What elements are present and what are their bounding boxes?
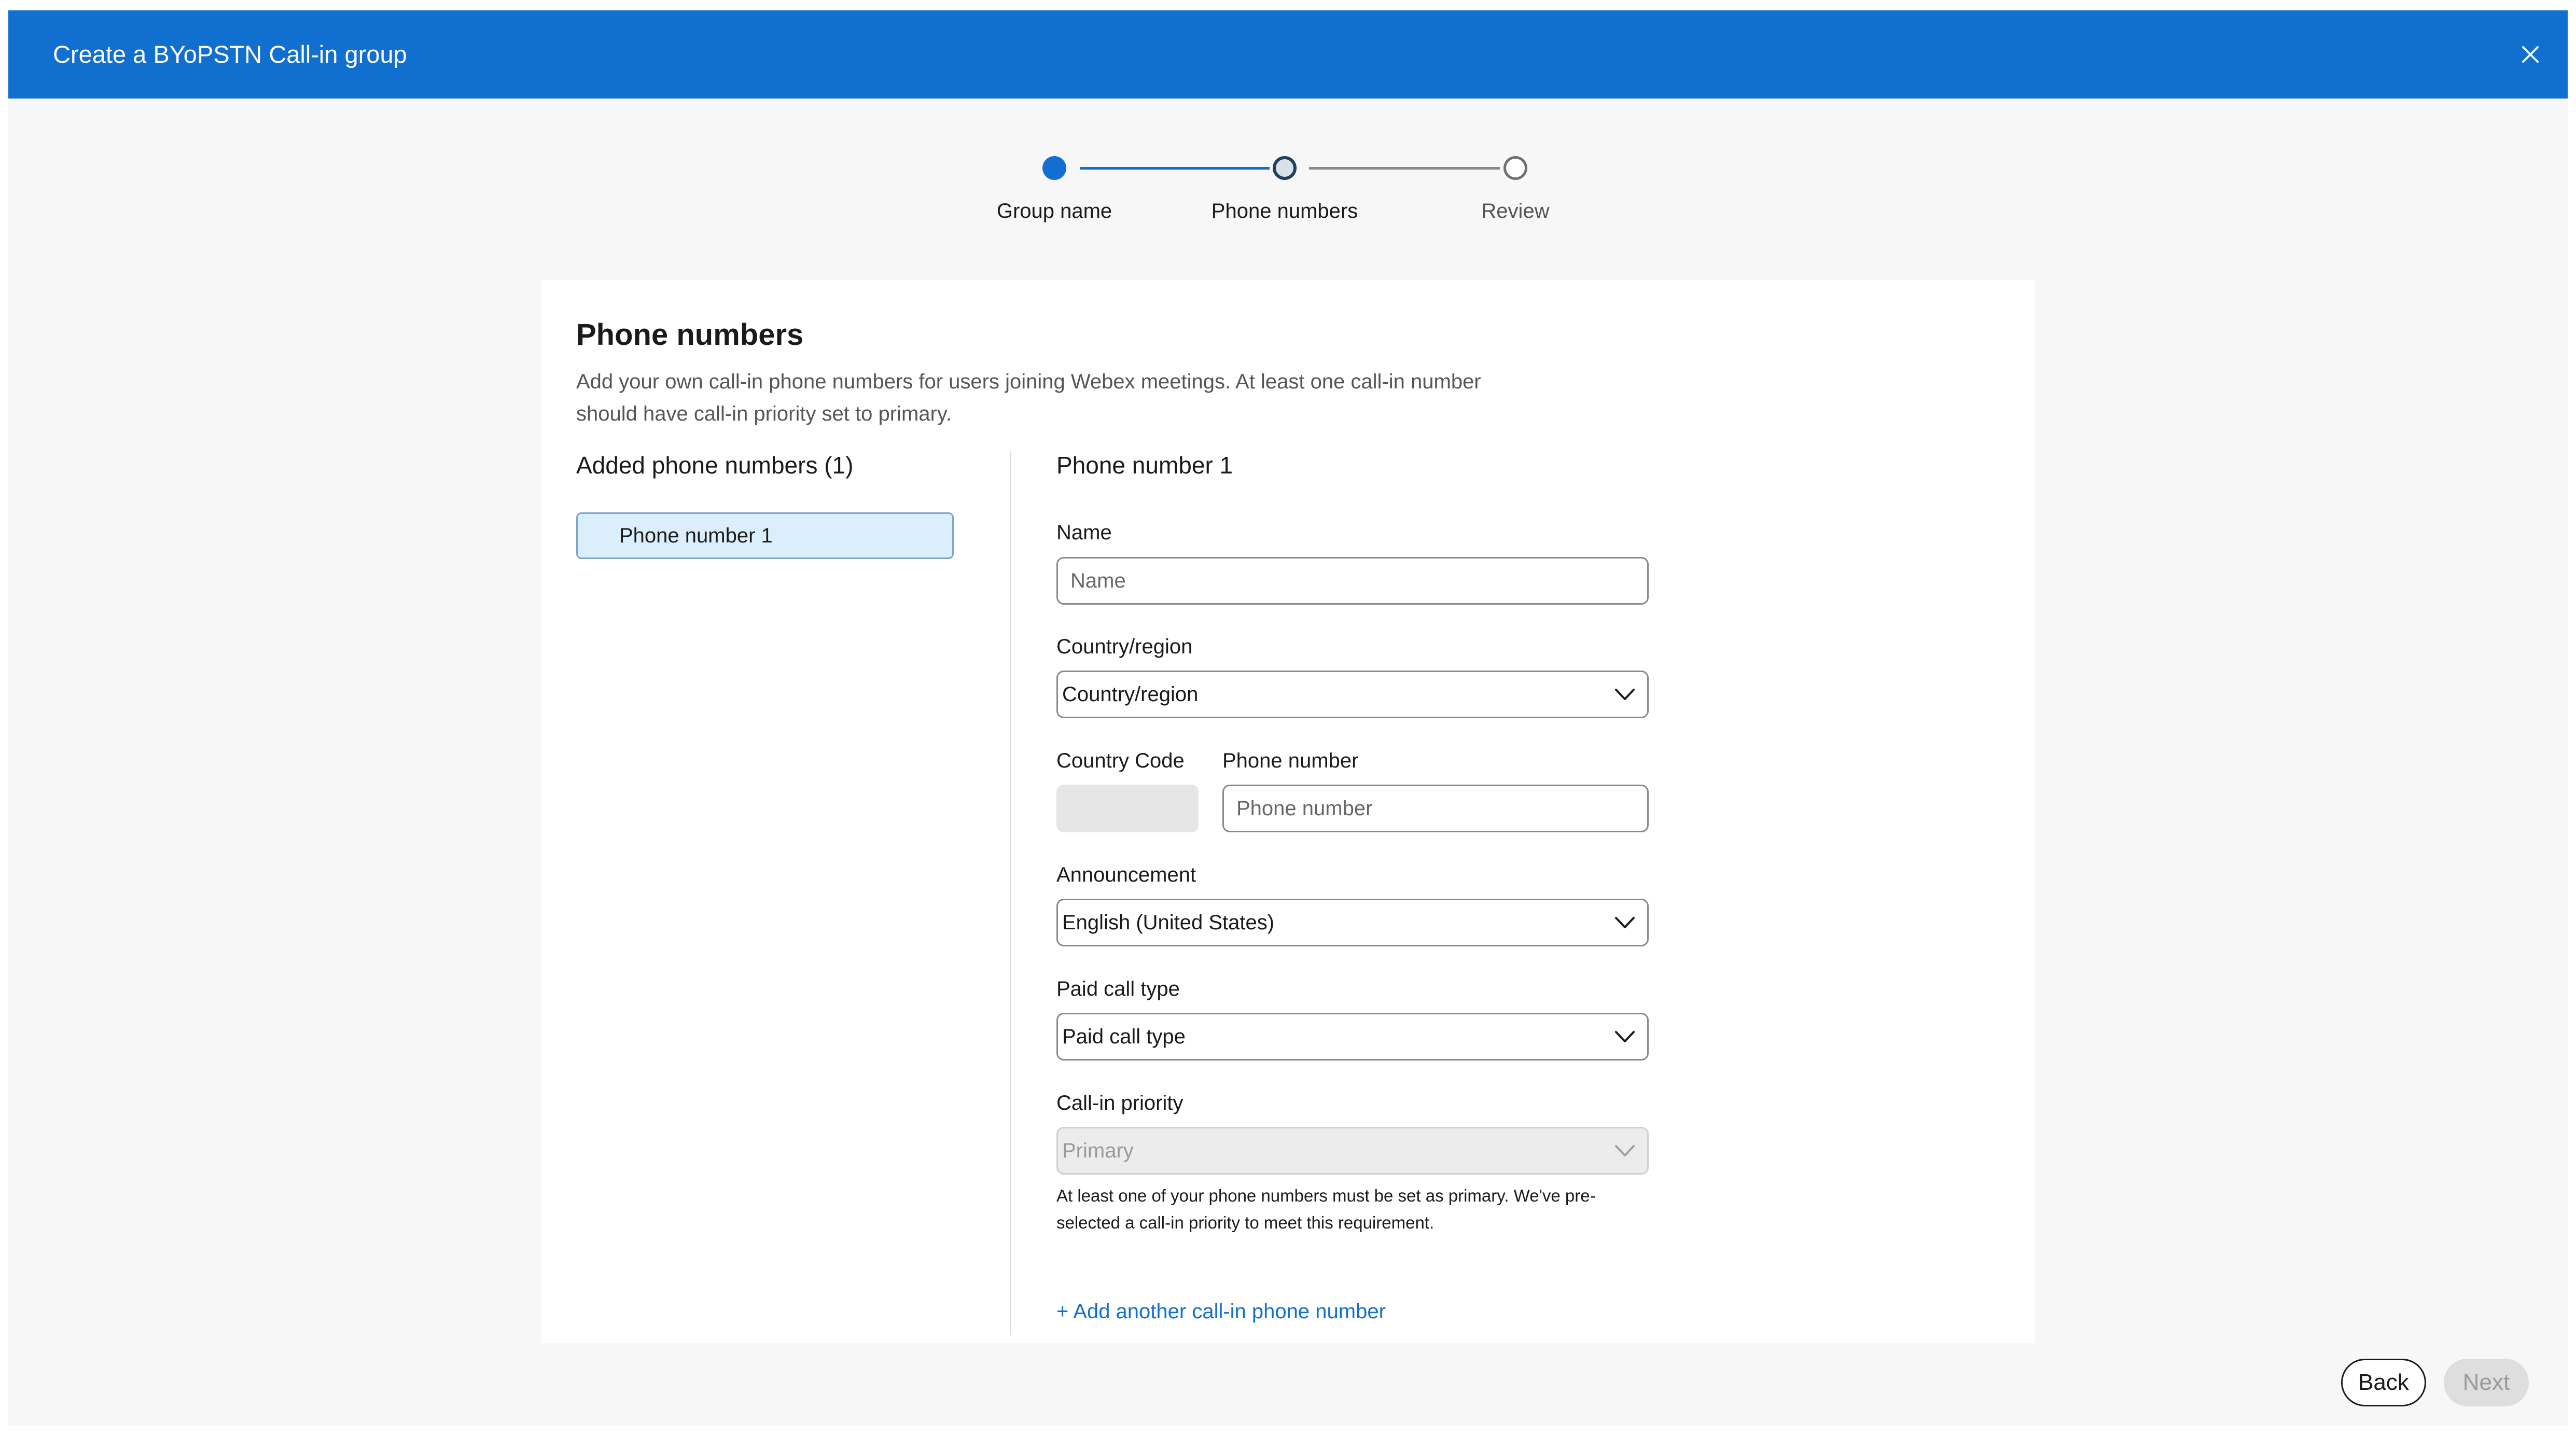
country-region-label: Country/region	[1056, 635, 1193, 658]
list-item-phone-number-1[interactable]: Phone number 1	[576, 512, 954, 559]
step-group-name-indicator	[1042, 156, 1066, 180]
step-phone-numbers-indicator	[1273, 156, 1297, 180]
chevron-down-icon	[1615, 1145, 1635, 1156]
step-review-indicator	[1503, 156, 1527, 180]
country-region-select[interactable]: Country/region	[1056, 671, 1649, 718]
step-connector	[1080, 167, 1270, 170]
next-button[interactable]: Next	[2444, 1359, 2529, 1406]
step-group-name-label: Group name	[996, 200, 1112, 222]
call-in-priority-select: Primary	[1056, 1127, 1649, 1175]
progress-stepper: Group name Phone numbers Review	[8, 99, 2568, 264]
dialog: Create a BYoPSTN Call-in group Group nam…	[8, 10, 2568, 1426]
step-review-label: Review	[1481, 200, 1550, 222]
name-field[interactable]	[1056, 557, 1649, 605]
announcement-select[interactable]: English (United States)	[1056, 899, 1649, 946]
chevron-down-icon	[1615, 917, 1635, 928]
chevron-down-icon	[1615, 1031, 1635, 1042]
paid-call-type-label: Paid call type	[1056, 978, 1180, 1000]
paid-call-type-select[interactable]: Paid call type	[1056, 1013, 1649, 1061]
call-in-priority-helper: At least one of your phone numbers must …	[1056, 1186, 1596, 1232]
country-region-value: Country/region	[1062, 683, 1199, 706]
add-phone-number-link[interactable]: + Add another call-in phone number	[1056, 1300, 1386, 1323]
phone-number-field[interactable]	[1222, 785, 1649, 832]
announcement-label: Announcement	[1056, 863, 1196, 886]
form-section-title: Phone number 1	[1056, 452, 1233, 479]
phone-number-label: Phone number	[1222, 749, 1359, 772]
phone-numbers-card: Phone numbers Add your own call-in phone…	[541, 280, 2035, 1343]
dialog-title: Create a BYoPSTN Call-in group	[53, 40, 407, 68]
announcement-value: English (United States)	[1062, 911, 1275, 934]
back-button[interactable]: Back	[2341, 1359, 2426, 1406]
close-icon	[2522, 46, 2539, 63]
step-connector	[1309, 167, 1500, 170]
call-in-priority-value: Primary	[1062, 1139, 1134, 1162]
paid-call-type-value: Paid call type	[1062, 1025, 1186, 1048]
call-in-priority-label: Call-in priority	[1056, 1092, 1183, 1114]
dialog-header: Create a BYoPSTN Call-in group	[8, 10, 2568, 99]
step-phone-numbers-label: Phone numbers	[1211, 200, 1358, 222]
country-code-field	[1056, 785, 1199, 832]
country-code-label: Country Code	[1056, 749, 1185, 772]
page-title: Phone numbers	[576, 318, 804, 352]
added-numbers-heading: Added phone numbers (1)	[576, 452, 854, 479]
chevron-down-icon	[1615, 689, 1635, 700]
close-button[interactable]	[2516, 40, 2545, 69]
column-divider	[1010, 451, 1011, 1335]
page-description: Add your own call-in phone numbers for u…	[576, 370, 1481, 425]
name-label: Name	[1056, 521, 1112, 544]
added-numbers-panel: Added phone numbers (1) Phone number 1	[576, 451, 960, 559]
